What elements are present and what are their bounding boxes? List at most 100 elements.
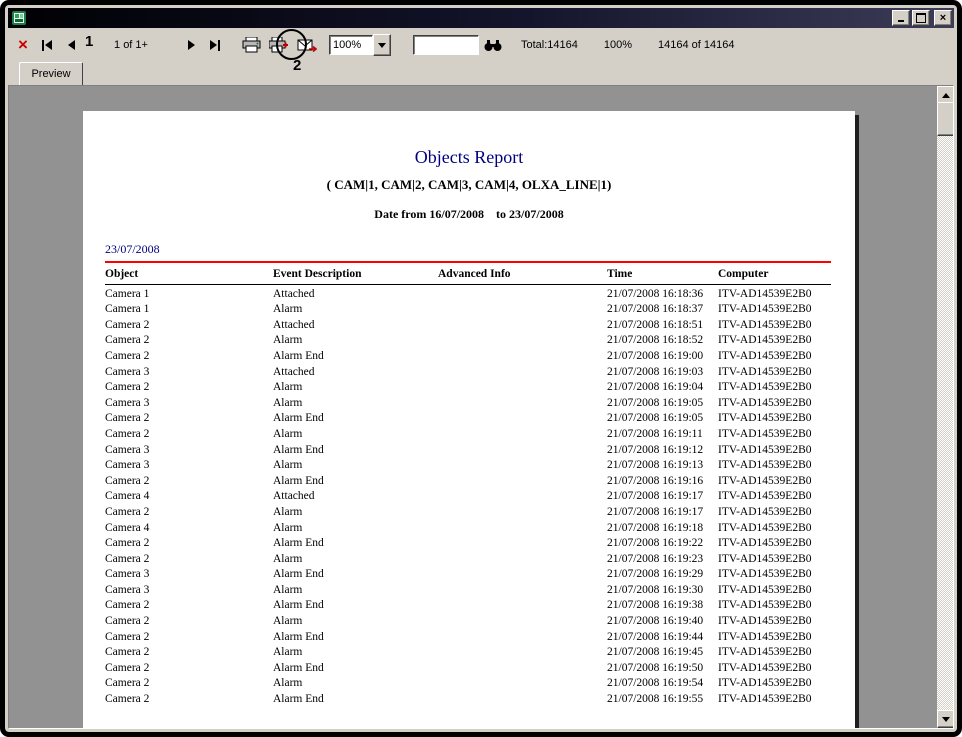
table-cell-object: Camera 4 <box>105 489 273 505</box>
table-cell-time: 21/07/2008 16:19:44 <box>607 630 718 646</box>
export-button[interactable] <box>293 35 321 55</box>
table-row: Camera 2Attached21/07/2008 16:18:51ITV-A… <box>105 318 831 334</box>
find-button[interactable] <box>479 35 507 55</box>
table-cell-time: 21/07/2008 16:19:23 <box>607 552 718 568</box>
close-button[interactable]: × <box>934 10 952 26</box>
table-cell-time: 21/07/2008 16:19:13 <box>607 458 718 474</box>
table-cell-time: 21/07/2008 16:19:55 <box>607 692 718 708</box>
table-cell-event: Alarm <box>273 552 438 568</box>
minimize-button[interactable] <box>892 10 910 26</box>
table-cell-object: Camera 2 <box>105 676 273 692</box>
table-row: Camera 3Attached21/07/2008 16:19:03ITV-A… <box>105 365 831 381</box>
table-cell-info <box>438 427 607 443</box>
table-header-row: Object Event Description Advanced Info T… <box>105 267 831 285</box>
last-page-icon <box>218 40 220 51</box>
scroll-down-button[interactable] <box>937 710 954 728</box>
table-cell-time: 21/07/2008 16:19:16 <box>607 474 718 490</box>
red-divider-line <box>105 261 831 263</box>
table-cell-computer: ITV-AD14539E2B0 <box>718 411 831 427</box>
table-cell-object: Camera 2 <box>105 505 273 521</box>
table-cell-computer: ITV-AD14539E2B0 <box>718 583 831 599</box>
table-row: Camera 3Alarm21/07/2008 16:19:30ITV-AD14… <box>105 583 831 599</box>
table-cell-info <box>438 380 607 396</box>
zoom-value[interactable]: 100% <box>329 35 373 55</box>
table-cell-time: 21/07/2008 16:19:45 <box>607 645 718 661</box>
scrollbar-thumb[interactable] <box>937 102 954 136</box>
maximize-icon <box>916 13 926 23</box>
table-cell-object: Camera 2 <box>105 614 273 630</box>
progress-percent-label: 100% <box>604 39 632 51</box>
report-title: Objects Report <box>83 147 855 168</box>
table-cell-event: Alarm End <box>273 692 438 708</box>
table-cell-info <box>438 458 607 474</box>
table-cell-event: Alarm End <box>273 661 438 677</box>
search-input[interactable] <box>413 35 479 55</box>
table-row: Camera 2Alarm21/07/2008 16:19:17ITV-AD14… <box>105 505 831 521</box>
table-cell-time: 21/07/2008 16:19:18 <box>607 521 718 537</box>
zoom-dropdown-button[interactable] <box>373 34 391 56</box>
table-cell-computer: ITV-AD14539E2B0 <box>718 349 831 365</box>
table-cell-info <box>438 411 607 427</box>
table-cell-info <box>438 302 607 318</box>
table-cell-object: Camera 3 <box>105 458 273 474</box>
table-cell-event: Alarm <box>273 396 438 412</box>
table-cell-object: Camera 2 <box>105 598 273 614</box>
table-row: Camera 3Alarm21/07/2008 16:19:05ITV-AD14… <box>105 396 831 412</box>
table-cell-event: Alarm <box>273 458 438 474</box>
previous-page-button[interactable] <box>59 35 83 55</box>
table-cell-event: Alarm <box>273 583 438 599</box>
zoom-combobox[interactable]: 100% <box>329 34 391 56</box>
report-subtitle: ( CAM|1, CAM|2, CAM|3, CAM|4, OLXA_LINE|… <box>83 177 855 193</box>
table-cell-info <box>438 474 607 490</box>
table-cell-computer: ITV-AD14539E2B0 <box>718 287 831 303</box>
annotation-step-2: 2 <box>293 57 301 74</box>
table-cell-computer: ITV-AD14539E2B0 <box>718 536 831 552</box>
table-cell-time: 21/07/2008 16:19:54 <box>607 676 718 692</box>
print-button[interactable] <box>237 35 265 55</box>
table-cell-event: Alarm <box>273 380 438 396</box>
printer-icon <box>242 37 261 53</box>
report-page: Objects Report ( CAM|1, CAM|2, CAM|3, CA… <box>83 111 855 729</box>
column-header-object: Object <box>105 267 273 283</box>
table-cell-event: Alarm End <box>273 598 438 614</box>
table-cell-object: Camera 2 <box>105 661 273 677</box>
table-cell-info <box>438 536 607 552</box>
table-cell-object: Camera 2 <box>105 692 273 708</box>
table-cell-computer: ITV-AD14539E2B0 <box>718 380 831 396</box>
table-cell-info <box>438 552 607 568</box>
record-count-label: 14164 of 14164 <box>658 39 734 51</box>
table-cell-event: Alarm End <box>273 630 438 646</box>
table-cell-event: Alarm End <box>273 349 438 365</box>
table-cell-time: 21/07/2008 16:18:37 <box>607 302 718 318</box>
total-label: Total:14164 <box>521 39 578 51</box>
column-header-event: Event Description <box>273 267 438 283</box>
export-envelope-icon <box>297 38 317 53</box>
close-preview-button[interactable]: × <box>11 35 35 55</box>
last-page-button[interactable] <box>203 35 227 55</box>
binoculars-icon <box>484 39 502 52</box>
table-cell-event: Alarm End <box>273 474 438 490</box>
tab-preview[interactable]: Preview <box>19 62 83 85</box>
printer-setup-button[interactable] <box>265 35 293 55</box>
table-cell-info <box>438 583 607 599</box>
first-page-button[interactable] <box>35 35 59 55</box>
table-row: Camera 2Alarm21/07/2008 16:19:11ITV-AD14… <box>105 427 831 443</box>
right-triangle-icon <box>210 40 217 50</box>
next-page-button[interactable] <box>179 35 203 55</box>
table-cell-object: Camera 1 <box>105 302 273 318</box>
table-cell-info <box>438 567 607 583</box>
vertical-scrollbar[interactable] <box>937 86 953 728</box>
table-cell-object: Camera 2 <box>105 318 273 334</box>
table-cell-time: 21/07/2008 16:19:04 <box>607 380 718 396</box>
table-cell-event: Attached <box>273 489 438 505</box>
toolbar: × 1 of 1+ <box>5 28 957 62</box>
maximize-button[interactable] <box>912 10 930 26</box>
table-row: Camera 2Alarm21/07/2008 16:19:04ITV-AD14… <box>105 380 831 396</box>
table-cell-info <box>438 287 607 303</box>
table-cell-time: 21/07/2008 16:19:05 <box>607 411 718 427</box>
table-cell-computer: ITV-AD14539E2B0 <box>718 692 831 708</box>
table-cell-computer: ITV-AD14539E2B0 <box>718 630 831 646</box>
table-cell-time: 21/07/2008 16:18:36 <box>607 287 718 303</box>
table-cell-object: Camera 2 <box>105 552 273 568</box>
table-row: Camera 2Alarm End21/07/2008 16:19:05ITV-… <box>105 411 831 427</box>
